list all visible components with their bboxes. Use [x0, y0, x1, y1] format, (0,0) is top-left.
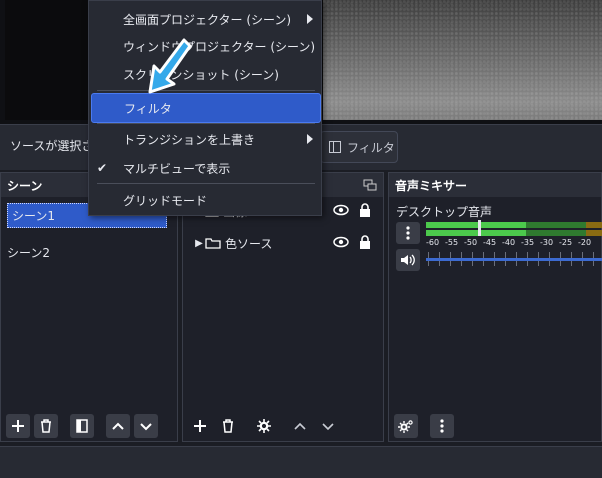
remove-source-button[interactable]: [216, 414, 240, 438]
status-bar: [0, 446, 602, 478]
context-menu: 全画面プロジェクター (シーン) ウィンドウプロジェクター (シーン) スクリー…: [88, 0, 322, 216]
channel-name: デスクトップ音声: [396, 205, 493, 219]
scene-item-label: シーン2: [7, 246, 51, 260]
menu-item-screenshot[interactable]: スクリーンショット (シーン): [89, 60, 321, 88]
mixer-menu-button[interactable]: [430, 414, 454, 438]
folder-icon: [205, 238, 221, 249]
pointer-arrow-icon: [148, 38, 192, 94]
visibility-toggle[interactable]: [329, 204, 353, 219]
checkmark-icon: ✔: [97, 161, 108, 175]
mute-button[interactable]: [396, 249, 420, 271]
add-icon: [12, 420, 24, 432]
source-item-label: 色ソース: [225, 236, 273, 251]
remove-scene-button[interactable]: [34, 414, 58, 438]
eye-icon: [333, 236, 349, 247]
add-source-button[interactable]: [188, 414, 212, 438]
filters-button-label: フィルタ: [347, 140, 395, 155]
source-item[interactable]: ▶ 色ソース: [193, 229, 377, 257]
trash-icon: [223, 419, 233, 433]
move-scene-up-button[interactable]: [106, 414, 130, 438]
scenes-toolbar: [6, 414, 158, 438]
filter-icon: [329, 141, 341, 153]
menu-item-window-projector[interactable]: ウィンドウプロジェクター (シーン): [89, 32, 321, 60]
lock-toggle[interactable]: [353, 234, 377, 252]
chevron-down-icon: [140, 423, 152, 431]
more-icon: [440, 419, 444, 433]
gears-icon: [398, 420, 413, 433]
add-icon: [194, 420, 206, 432]
filters-button[interactable]: フィルタ: [320, 131, 398, 163]
speaker-icon: [401, 254, 415, 266]
filter-icon: [76, 419, 88, 433]
advanced-audio-button[interactable]: [394, 414, 418, 438]
lock-toggle[interactable]: [353, 202, 377, 220]
menu-item-show-in-multiview[interactable]: ✔ マルチビューで表示: [89, 154, 321, 182]
submenu-arrow-icon: [307, 134, 313, 144]
scene-filters-button[interactable]: [70, 414, 94, 438]
scene-item-label: シーン1: [12, 209, 56, 223]
volume-slider[interactable]: [426, 258, 602, 261]
menu-separator: [97, 183, 315, 184]
submenu-arrow-icon: [307, 14, 313, 24]
meter-scale: -60 -55 -50 -45 -40 -35 -30 -25 -20: [426, 238, 592, 247]
sources-toolbar: [188, 414, 340, 438]
menu-item-grid-mode[interactable]: グリッドモード: [89, 186, 321, 214]
volume-meter: [426, 220, 602, 236]
mixer-toolbar: [394, 414, 454, 438]
lock-icon: [360, 234, 370, 249]
move-source-down-button[interactable]: [316, 414, 340, 438]
more-icon: [406, 226, 410, 240]
source-properties-button[interactable]: [252, 414, 276, 438]
chevron-up-icon: [294, 422, 306, 430]
eye-icon: [333, 204, 349, 215]
menu-item-fullscreen-projector[interactable]: 全画面プロジェクター (シーン): [89, 5, 321, 33]
menu-separator: [97, 90, 315, 91]
audio-mixer-title: 音声ミキサー: [389, 173, 601, 197]
trash-icon: [41, 419, 51, 433]
scene-item[interactable]: シーン2: [1, 240, 177, 265]
gear-icon: [257, 419, 271, 433]
menu-item-filters[interactable]: フィルタ: [91, 93, 321, 123]
move-scene-down-button[interactable]: [134, 414, 158, 438]
channel-menu-button[interactable]: [396, 222, 420, 244]
menu-item-transition-override[interactable]: トランジションを上書き: [89, 125, 321, 153]
move-source-up-button[interactable]: [288, 414, 312, 438]
visibility-toggle[interactable]: [329, 236, 353, 251]
chevron-up-icon: [112, 422, 124, 430]
add-scene-button[interactable]: [6, 414, 30, 438]
chevron-down-icon: [322, 423, 334, 431]
lock-icon: [360, 202, 370, 217]
menu-separator: [97, 123, 315, 124]
preview-image: [323, 0, 602, 120]
undock-icon[interactable]: [363, 179, 377, 191]
expand-chevron-icon[interactable]: ▶: [193, 238, 205, 249]
